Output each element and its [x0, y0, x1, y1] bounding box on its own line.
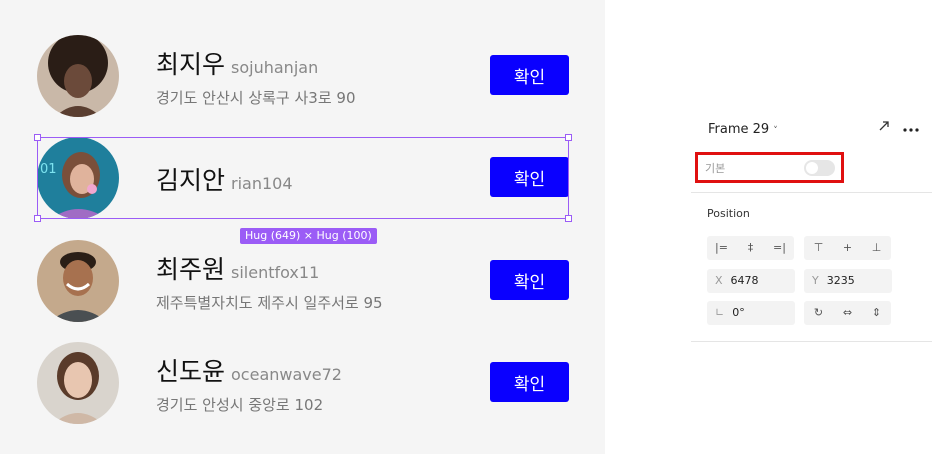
user-username: oceanwave72 [231, 365, 342, 384]
user-name: 최지우 sojuhanjan [156, 50, 319, 79]
highlighted-style-row: 기본 [695, 152, 844, 183]
user-card[interactable]: 신도윤 oceanwave72 경기도 안성시 중앙로 102 확인 [37, 342, 570, 424]
x-value: 6478 [730, 274, 759, 287]
confirm-button[interactable]: 확인 [490, 157, 569, 197]
align-right-icon[interactable]: =| [765, 236, 794, 260]
confirm-button[interactable]: 확인 [490, 55, 569, 95]
size-hug-label: Hug (649) × Hug (100) [240, 228, 377, 244]
user-card[interactable]: 최지우 sojuhanjan 경기도 안산시 상록구 사3로 90 확인 [37, 35, 570, 117]
align-top-icon[interactable]: ⊤ [804, 236, 833, 260]
user-name: 김지안 rian104 [156, 166, 293, 195]
more-options-icon[interactable] [902, 119, 920, 137]
align-center-h-icon[interactable]: ‡ [736, 236, 765, 260]
confirm-button[interactable]: 확인 [490, 260, 569, 300]
svg-text:01: 01 [40, 162, 57, 177]
confirm-button[interactable]: 확인 [490, 362, 569, 402]
properties-panel: Frame 29 ˅ 기본 Position |= ‡ =| ⊤ + ⊥ X 647… [691, 105, 932, 345]
rotation-value: 0° [732, 306, 745, 319]
align-bottom-icon[interactable]: ⊥ [862, 236, 891, 260]
align-left-icon[interactable]: |= [707, 236, 736, 260]
avatar [37, 342, 119, 424]
design-canvas[interactable]: 최지우 sojuhanjan 경기도 안산시 상록구 사3로 90 확인 01 김… [0, 0, 605, 454]
user-card[interactable]: 최주원 silentfox11 제주특별자치도 제주시 일주서로 95 확인 [37, 240, 570, 322]
divider [691, 192, 932, 193]
style-label: 기본 [705, 162, 726, 175]
divider [691, 341, 932, 342]
avatar [37, 35, 119, 117]
user-username: rian104 [231, 174, 293, 193]
vertical-align-group: ⊤ + ⊥ [804, 236, 891, 260]
x-position-field[interactable]: X 6478 [707, 269, 795, 293]
y-label: Y [812, 274, 819, 287]
user-username: silentfox11 [231, 263, 320, 282]
y-position-field[interactable]: Y 3235 [804, 269, 892, 293]
avatar: 01 [37, 137, 119, 219]
component-link-icon[interactable] [875, 119, 893, 137]
user-card[interactable]: 01 김지안 rian104 확인 [37, 137, 570, 219]
horizontal-align-group: |= ‡ =| [707, 236, 794, 260]
style-toggle[interactable] [804, 160, 835, 176]
user-username: sojuhanjan [231, 58, 319, 77]
user-address: 경기도 안산시 상록구 사3로 90 [156, 89, 356, 107]
position-section-title: Position [707, 207, 750, 220]
flip-vertical-icon[interactable]: ⇕ [862, 301, 891, 325]
x-label: X [715, 274, 723, 287]
rotation-icon: ∟ [715, 306, 725, 319]
chevron-down-icon: ˅ [773, 126, 778, 136]
frame-title[interactable]: Frame 29 ˅ [708, 122, 778, 137]
user-address: 경기도 안성시 중앙로 102 [156, 396, 324, 414]
user-name: 신도윤 oceanwave72 [156, 357, 342, 386]
user-name: 최주원 silentfox11 [156, 255, 320, 284]
transform-group: ↻ ⇔ ⇕ [804, 301, 891, 325]
flip-horizontal-icon[interactable]: ⇔ [833, 301, 862, 325]
rotate-icon[interactable]: ↻ [804, 301, 833, 325]
avatar [37, 240, 119, 322]
rotation-field[interactable]: ∟ 0° [707, 301, 795, 325]
user-address: 제주특별자치도 제주시 일주서로 95 [156, 294, 383, 312]
y-value: 3235 [826, 274, 855, 287]
align-center-v-icon[interactable]: + [833, 236, 862, 260]
